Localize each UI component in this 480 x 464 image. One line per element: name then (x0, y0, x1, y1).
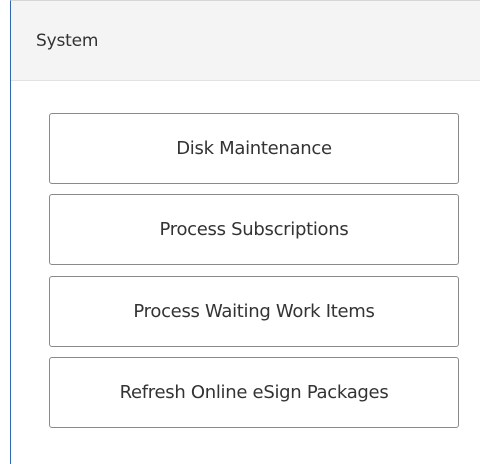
refresh-online-esign-packages-button[interactable]: Refresh Online eSign Packages (49, 357, 459, 428)
system-panel: System Disk Maintenance Process Subscrip… (10, 0, 480, 464)
panel-title: System (36, 30, 99, 51)
process-waiting-work-items-button[interactable]: Process Waiting Work Items (49, 276, 459, 347)
process-subscriptions-button[interactable]: Process Subscriptions (49, 194, 459, 265)
panel-header: System (11, 1, 480, 81)
disk-maintenance-button[interactable]: Disk Maintenance (49, 113, 459, 184)
